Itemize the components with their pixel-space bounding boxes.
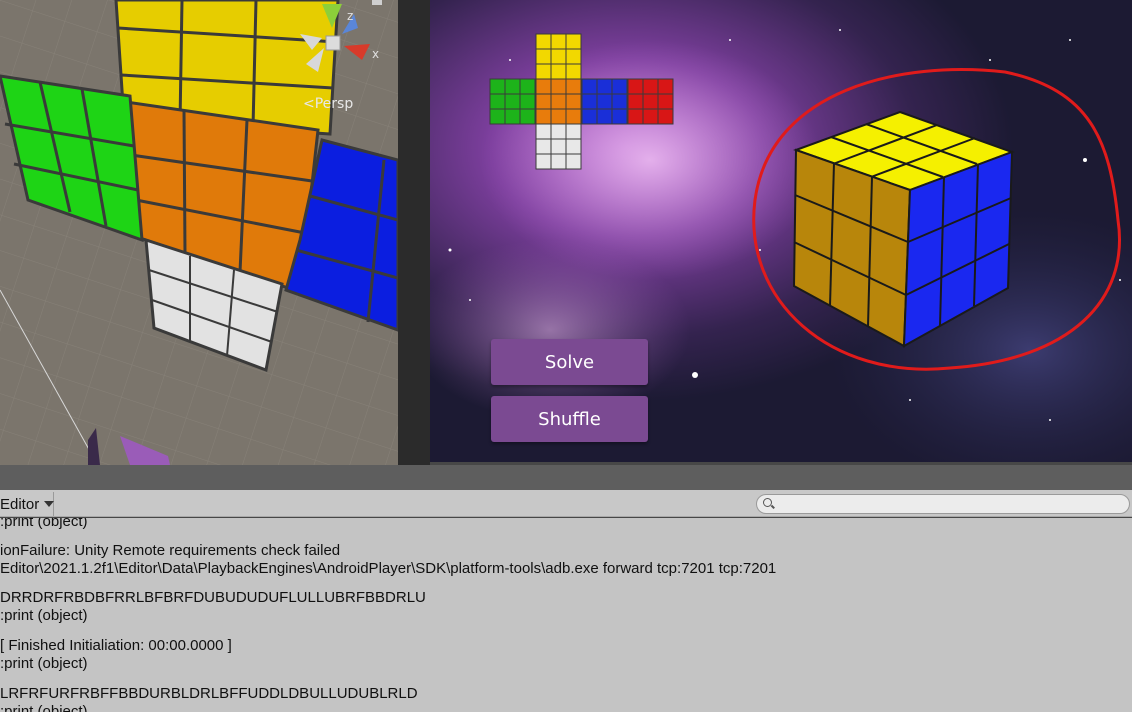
unity-editor-window: z x <Persp Solve Shuffle Editor:print (… (0, 0, 1132, 712)
gizmo-x-label: x (372, 47, 379, 61)
view-divider[interactable] (398, 0, 430, 465)
gizmo-z-label: z (347, 9, 353, 23)
log-line[interactable]: Editor\2021.1.2f1\Editor\Data\PlaybackEn… (0, 560, 776, 577)
persp-label[interactable]: <Persp (303, 96, 353, 112)
log-line[interactable]: DRRDRFRBDBFRRLBFBRFDUBUDUDUFLULLUBRFBBDR… (0, 589, 426, 606)
log-line[interactable]: [ Finished Initialiation: 00:00.0000 ] (0, 637, 232, 654)
log-line[interactable]: LRFRFURFRBFFBBDURBLDRLBFFUDDLDBULLUDUBLR… (0, 685, 418, 702)
log-line[interactable]: ionFailure: Unity Remote requirements ch… (0, 542, 340, 559)
editor-dropdown-label: Editor (0, 495, 40, 513)
console-tab-strip (0, 465, 1132, 490)
chevron-down-icon (44, 501, 55, 507)
console-log[interactable]: :print (object) ionFailure: Unity Remote… (0, 518, 1132, 712)
editor-dropdown[interactable]: Editor (0, 492, 55, 516)
log-line[interactable]: :print (object) (0, 607, 88, 624)
scene-canvas[interactable]: z x <Persp (0, 0, 398, 465)
console-toolbar: Editor (0, 490, 1132, 517)
shuffle-button[interactable]: Shuffle (491, 396, 648, 442)
log-line[interactable]: :print (object) (0, 703, 88, 712)
search-icon (763, 498, 772, 507)
game-view[interactable]: Solve Shuffle (430, 0, 1132, 462)
log-line[interactable]: :print (object) (0, 518, 88, 530)
solve-button[interactable]: Solve (491, 339, 648, 385)
game-canvas (430, 0, 1132, 462)
log-line[interactable]: :print (object) (0, 655, 88, 672)
scene-view[interactable]: z x <Persp (0, 0, 398, 465)
console-search-input[interactable] (756, 494, 1130, 514)
